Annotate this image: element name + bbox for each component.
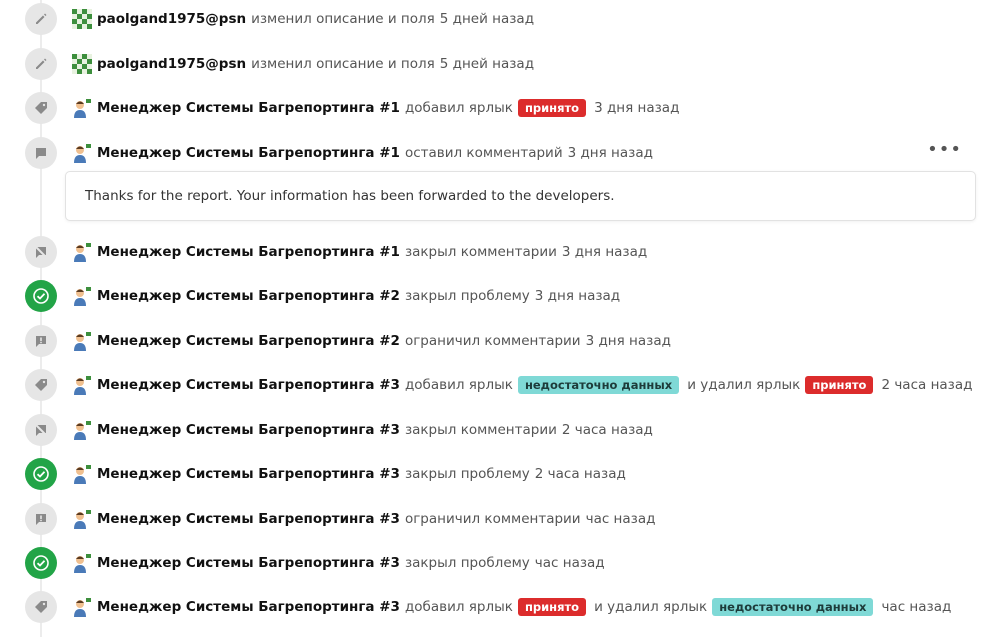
event-action: ограничил комментарии — [404, 333, 581, 349]
pencil-icon — [25, 3, 57, 35]
timeline-event: Менеджер Системы Багрепортинга #3 закрыл… — [0, 547, 1000, 579]
timeline-event: paolgand1975@psn изменил описание и поля… — [0, 48, 1000, 80]
user-avatar[interactable] — [72, 464, 92, 484]
event-author-link[interactable]: Менеджер Системы Багрепортинга #1 — [97, 145, 400, 161]
user-avatar[interactable] — [72, 509, 92, 529]
event-action: закрыл комментарии — [404, 244, 557, 260]
more-options-button[interactable]: ••• — [927, 139, 962, 160]
comment-locked-icon — [25, 236, 57, 268]
tag-icon — [25, 92, 57, 124]
user-avatar[interactable] — [72, 553, 92, 573]
user-avatar[interactable] — [72, 9, 92, 29]
comment-text: Thanks for the report. Your information … — [85, 188, 615, 204]
event-author-link[interactable]: Менеджер Системы Багрепортинга #2 — [97, 333, 400, 349]
event-time[interactable]: час назад — [535, 555, 605, 571]
timeline-event: Менеджер Системы Багрепортинга #2 ограни… — [0, 325, 1000, 357]
event-author-link[interactable]: Менеджер Системы Багрепортинга #1 — [97, 100, 400, 116]
event-author-link[interactable]: Менеджер Системы Багрепортинга #3 — [97, 422, 400, 438]
event-action: закрыл комментарии — [404, 422, 557, 438]
event-author-link[interactable]: Менеджер Системы Багрепортинга #3 — [97, 599, 400, 615]
label-badge-accepted[interactable]: принято — [517, 598, 587, 616]
timeline-event: Менеджер Системы Багрепортинга #3 добави… — [0, 591, 1000, 623]
user-avatar[interactable] — [72, 375, 92, 395]
event-author-link[interactable]: paolgand1975@psn — [97, 11, 246, 27]
user-avatar[interactable] — [72, 242, 92, 262]
event-action: закрыл проблему — [404, 288, 530, 304]
event-time[interactable]: 5 дней назад — [440, 56, 534, 72]
event-time[interactable]: 2 часа назад — [562, 422, 653, 438]
user-avatar[interactable] — [72, 286, 92, 306]
event-time[interactable]: час назад — [881, 599, 951, 615]
tag-icon — [25, 369, 57, 401]
pencil-icon — [25, 48, 57, 80]
event-action: закрыл проблему — [404, 466, 530, 482]
user-avatar[interactable] — [72, 331, 92, 351]
timeline-event: Менеджер Системы Багрепортинга #3 добави… — [0, 369, 1000, 401]
event-time[interactable]: 2 часа назад — [881, 377, 972, 393]
timeline-event: Менеджер Системы Багрепортинга #1 добави… — [0, 92, 1000, 124]
user-avatar[interactable] — [72, 98, 92, 118]
event-author-link[interactable]: Менеджер Системы Багрепортинга #3 — [97, 555, 400, 571]
label-badge-accepted[interactable]: принято — [517, 99, 587, 117]
label-badge-insufficient-data[interactable]: недостаточно данных — [517, 376, 680, 394]
timeline-event: Менеджер Системы Багрепортинга #3 закрыл… — [0, 458, 1000, 490]
event-connector: и удалил ярлык — [687, 377, 801, 393]
event-time[interactable]: 3 дня назад — [568, 145, 653, 161]
user-avatar[interactable] — [72, 420, 92, 440]
event-time[interactable]: 3 дня назад — [594, 100, 679, 116]
timeline-event: Менеджер Системы Багрепортинга #3 ограни… — [0, 503, 1000, 535]
label-badge-insufficient-data[interactable]: недостаточно данных — [712, 598, 874, 616]
user-avatar[interactable] — [72, 597, 92, 617]
comment-restricted-icon — [25, 325, 57, 357]
timeline-event: Менеджер Системы Багрепортинга #2 закрыл… — [0, 280, 1000, 312]
timeline-event: Менеджер Системы Багрепортинга #3 закрыл… — [0, 414, 1000, 446]
comment-locked-icon — [25, 414, 57, 446]
event-action: добавил ярлык — [404, 377, 513, 393]
timeline-event: paolgand1975@psn изменил описание и поля… — [0, 3, 1000, 35]
check-circle-icon — [25, 458, 57, 490]
user-avatar[interactable] — [72, 143, 92, 163]
event-action: изменил описание и поля — [251, 11, 435, 27]
event-author-link[interactable]: Менеджер Системы Багрепортинга #3 — [97, 466, 400, 482]
event-author-link[interactable]: Менеджер Системы Багрепортинга #3 — [97, 511, 400, 527]
check-circle-icon — [25, 547, 57, 579]
event-action: изменил описание и поля — [251, 56, 435, 72]
event-author-link[interactable]: Менеджер Системы Багрепортинга #1 — [97, 244, 400, 260]
event-time[interactable]: час назад — [586, 511, 656, 527]
label-badge-accepted[interactable]: принято — [805, 376, 874, 394]
event-action: ограничил комментарии — [404, 511, 581, 527]
timeline-event: Менеджер Системы Багрепортинга #1 остави… — [0, 137, 1000, 169]
comment-icon — [25, 137, 57, 169]
event-action: оставил комментарий — [404, 145, 563, 161]
event-author-link[interactable]: paolgand1975@psn — [97, 56, 246, 72]
event-connector: и удалил ярлык — [594, 599, 708, 615]
event-action: закрыл проблему — [404, 555, 530, 571]
event-action: добавил ярлык — [404, 599, 513, 615]
event-author-link[interactable]: Менеджер Системы Багрепортинга #3 — [97, 377, 400, 393]
event-time[interactable]: 3 дня назад — [586, 333, 671, 349]
event-author-link[interactable]: Менеджер Системы Багрепортинга #2 — [97, 288, 400, 304]
check-circle-icon — [25, 280, 57, 312]
timeline-event: Менеджер Системы Багрепортинга #1 закрыл… — [0, 236, 1000, 268]
comment-body: Thanks for the report. Your information … — [65, 171, 976, 221]
event-time[interactable]: 3 дня назад — [535, 288, 620, 304]
tag-icon — [25, 591, 57, 623]
event-time[interactable]: 3 дня назад — [562, 244, 647, 260]
comment-restricted-icon — [25, 503, 57, 535]
event-time[interactable]: 5 дней назад — [440, 11, 534, 27]
event-action: добавил ярлык — [404, 100, 513, 116]
user-avatar[interactable] — [72, 54, 92, 74]
activity-timeline: paolgand1975@psn изменил описание и поля… — [0, 0, 1000, 637]
event-time[interactable]: 2 часа назад — [535, 466, 626, 482]
